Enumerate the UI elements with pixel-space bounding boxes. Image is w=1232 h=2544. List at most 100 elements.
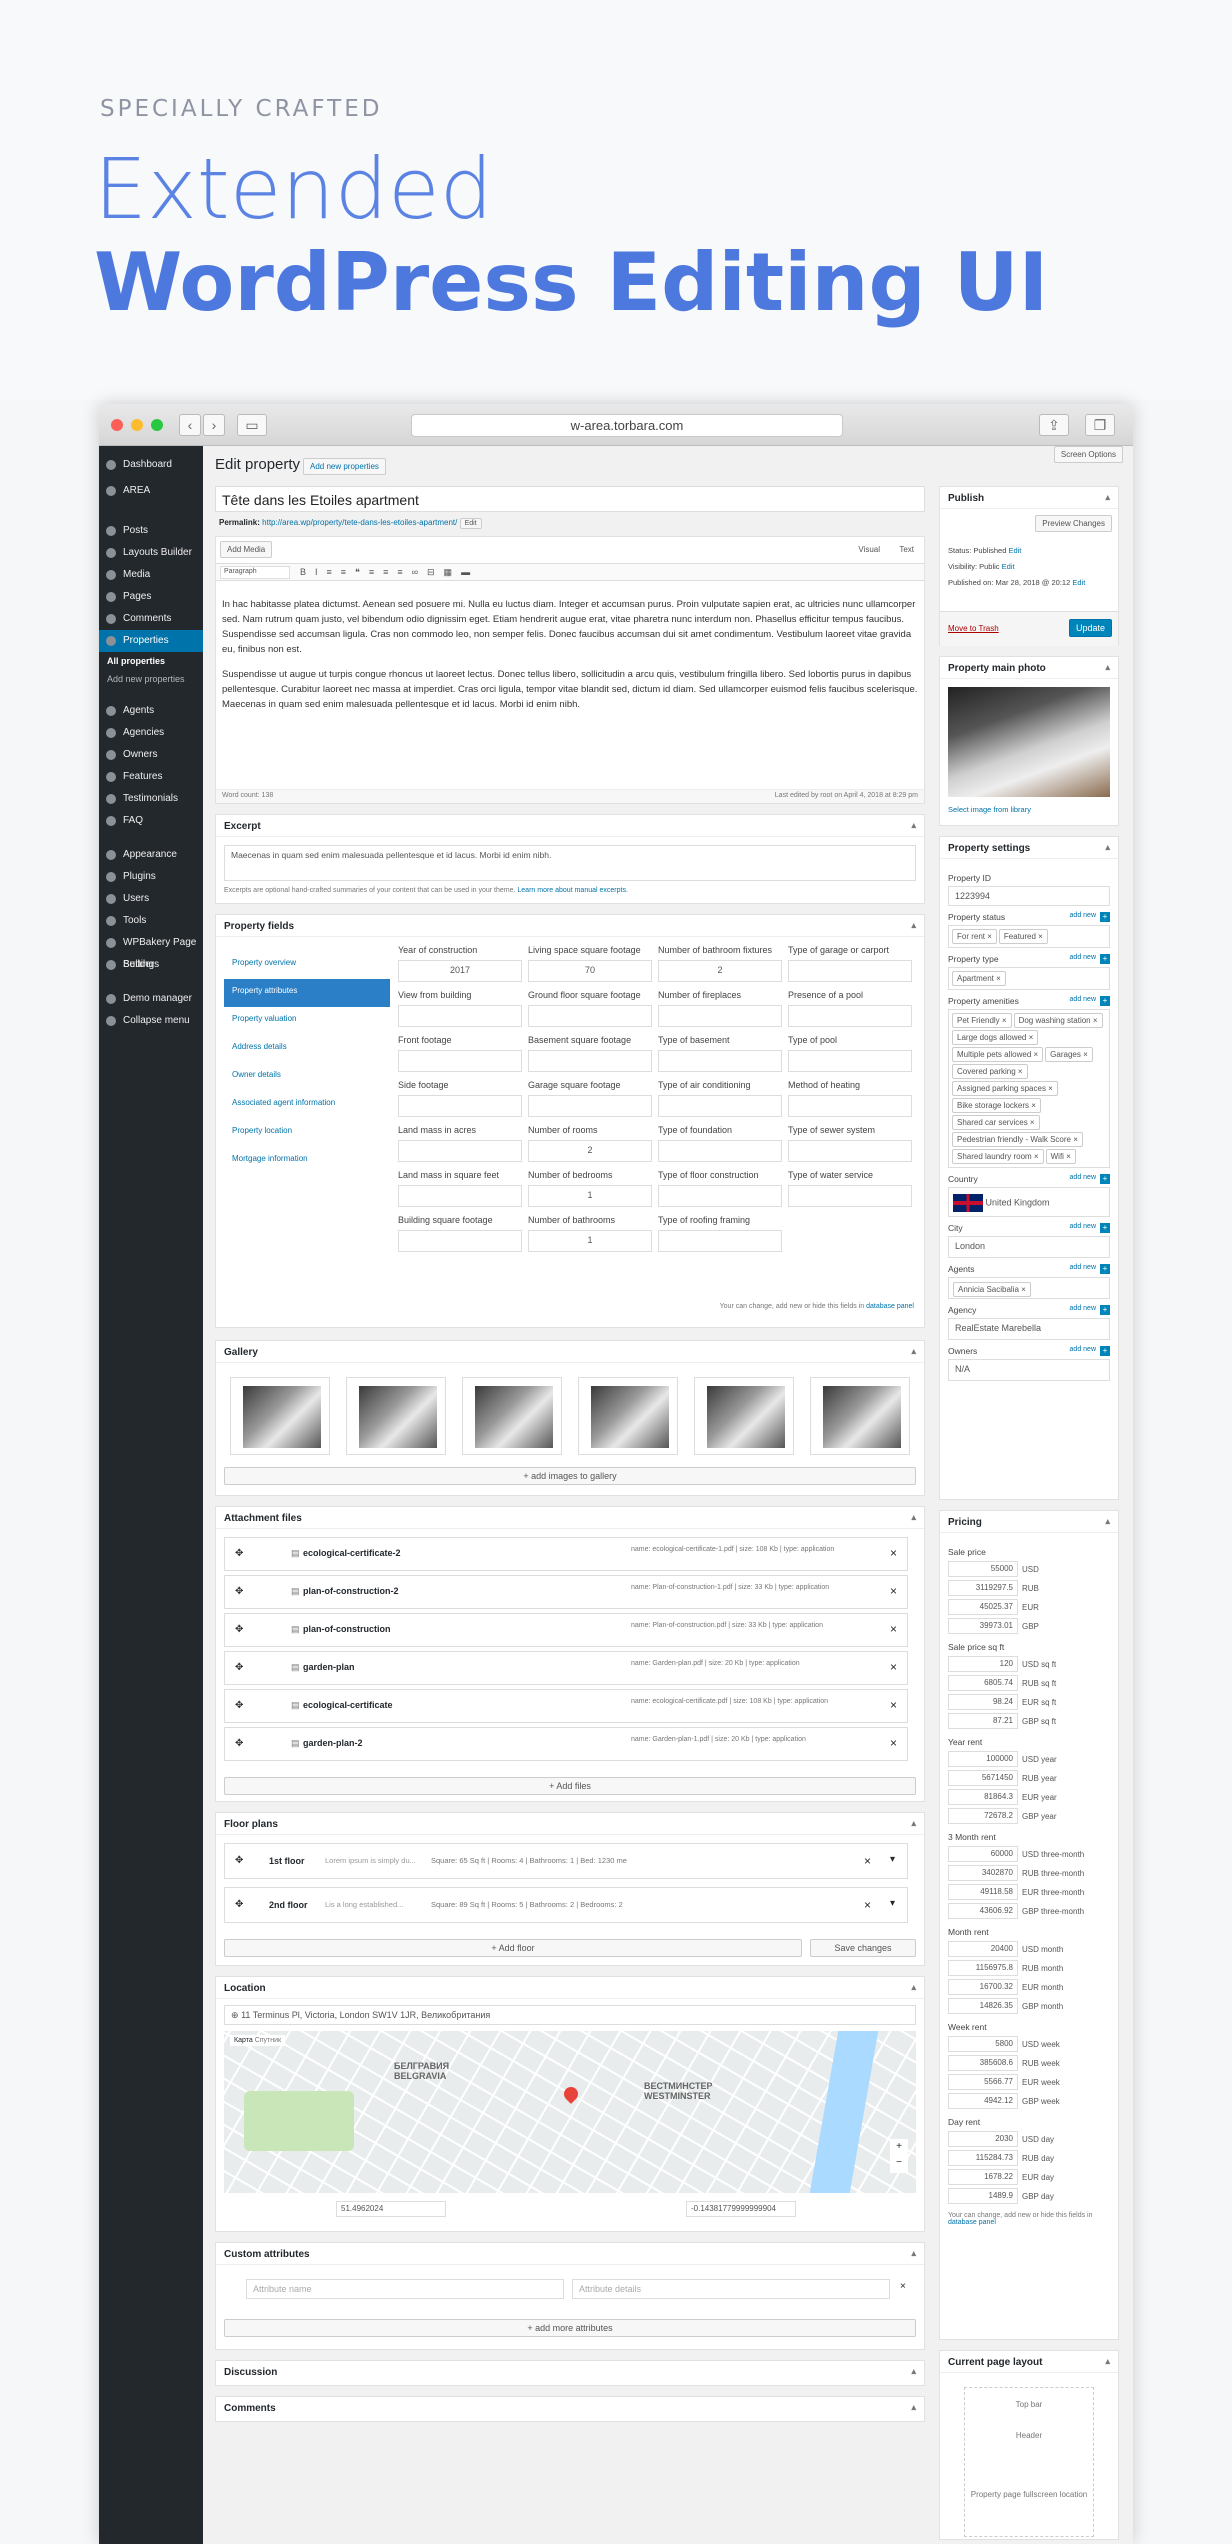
field-input[interactable] — [398, 1185, 522, 1207]
price-input[interactable]: 43606.92 — [948, 1903, 1018, 1919]
drag-handle-icon[interactable]: ✥ — [235, 1899, 243, 1910]
tab-property-attributes[interactable]: Property attributes — [224, 979, 390, 1007]
sidebar-sub-item[interactable]: All properties — [99, 652, 203, 670]
sidebar-item-properties[interactable]: Properties — [99, 630, 203, 652]
field-input[interactable]: 70 — [528, 960, 652, 982]
price-input[interactable]: 6805.74 — [948, 1675, 1018, 1691]
price-input[interactable]: 45025.37 — [948, 1599, 1018, 1615]
editor-content[interactable]: In hac habitasse platea dictumst. Aenean… — [222, 597, 918, 712]
lat-input[interactable]: 51.4962024 — [336, 2201, 446, 2217]
sidebar-item-agents[interactable]: Agents — [99, 700, 203, 722]
field-input[interactable] — [658, 1095, 782, 1117]
amenity-tag[interactable]: Bike storage lockers × — [952, 1098, 1041, 1113]
add-new-link[interactable]: add new — [1070, 1346, 1096, 1353]
attachment-row[interactable]: ✥ ▤ garden-plan-2 name: Garden-plan-1.pdf |… — [224, 1727, 908, 1761]
sidebar-item-settings[interactable]: Settings — [99, 954, 203, 976]
tab-property-location[interactable]: Property location — [224, 1119, 390, 1147]
status-tag[interactable]: Featured × — [998, 929, 1048, 944]
screen-options-button[interactable]: Screen Options — [1053, 446, 1123, 463]
price-input[interactable]: 115284.73 — [948, 2150, 1018, 2166]
drag-handle-icon[interactable]: ✥ — [235, 1548, 243, 1559]
sidebar-item-posts[interactable]: Posts — [99, 520, 203, 542]
add-new-link[interactable]: add new — [1070, 996, 1096, 1003]
status-tag[interactable]: For rent × — [952, 929, 997, 944]
agency-select[interactable]: RealEstate Marebella — [948, 1318, 1110, 1340]
field-input[interactable] — [788, 960, 912, 982]
plus-icon[interactable]: + — [1100, 1223, 1110, 1233]
publish-title[interactable]: Publish — [940, 487, 1118, 509]
permalink-edit-button[interactable]: Edit — [459, 518, 482, 529]
sidebar-item-collapse-menu[interactable]: Collapse menu — [99, 1010, 203, 1032]
field-input[interactable] — [398, 1095, 522, 1117]
update-button[interactable]: Update — [1068, 619, 1112, 637]
url-bar[interactable]: w-area.torbara.com — [411, 414, 843, 437]
status-edit-link[interactable]: Edit — [1008, 546, 1021, 555]
field-input[interactable] — [788, 1185, 912, 1207]
date-edit-link[interactable]: Edit — [1072, 578, 1085, 587]
save-floors-button[interactable]: Save changes — [810, 1939, 916, 1957]
drag-handle-icon[interactable]: ✥ — [235, 1624, 243, 1635]
field-input[interactable]: 2 — [658, 960, 782, 982]
status-select[interactable]: For rent × Featured × — [948, 925, 1110, 948]
field-input[interactable] — [398, 1005, 522, 1027]
layout-top-bar[interactable]: Top bar — [965, 2400, 1093, 2409]
drag-handle-icon[interactable]: ✥ — [235, 1662, 243, 1673]
price-input[interactable]: 16700.32 — [948, 1979, 1018, 1995]
sidebar-item-appearance[interactable]: Appearance — [99, 844, 203, 866]
price-input[interactable]: 5800 — [948, 2036, 1018, 2052]
sidebar-item-media[interactable]: Media — [99, 564, 203, 586]
forward-icon[interactable]: › — [203, 414, 225, 436]
price-input[interactable]: 98.24 — [948, 1694, 1018, 1710]
price-input[interactable]: 4942.12 — [948, 2093, 1018, 2109]
remove-icon[interactable]: × — [890, 1660, 897, 1674]
discussion-title[interactable]: Discussion — [216, 2361, 924, 2383]
field-input[interactable] — [788, 1140, 912, 1162]
tab-owner-details[interactable]: Owner details — [224, 1063, 390, 1091]
sidebar-item-layouts-builder[interactable]: Layouts Builder — [99, 542, 203, 564]
tab-text[interactable]: Text — [899, 545, 914, 554]
sidebar-item-dashboard[interactable]: Dashboard — [99, 454, 203, 476]
sidebar-item-faq[interactable]: FAQ — [99, 810, 203, 832]
map[interactable]: Карта Спутник БЕЛГРАВИЯ BELGRAVIA ВЕСТМИН… — [224, 2031, 916, 2193]
price-input[interactable]: 81864.3 — [948, 1789, 1018, 1805]
chevron-down-icon[interactable]: ▾ — [890, 1898, 895, 1909]
add-new-link[interactable]: add new — [1070, 1305, 1096, 1312]
attachment-row[interactable]: ✥ ▤ ecological-certificate name: ecological… — [224, 1689, 908, 1723]
format-select[interactable]: Paragraph — [220, 566, 290, 579]
field-input[interactable] — [398, 1230, 522, 1252]
add-attributes-button[interactable]: + add more attributes — [224, 2319, 916, 2337]
add-new-link[interactable]: add new — [1070, 1174, 1096, 1181]
field-input[interactable] — [788, 1050, 912, 1072]
sidebar-item-wpbakery-page-builder[interactable]: WPBakery Page Builder — [99, 932, 203, 970]
zoom-controls[interactable]: + − — [890, 2139, 908, 2173]
price-input[interactable]: 87.21 — [948, 1713, 1018, 1729]
amenity-tag[interactable]: Wifi × — [1045, 1149, 1076, 1164]
sidebar-item-area[interactable]: AREA — [99, 480, 203, 502]
attachments-title[interactable]: Attachment files — [216, 1507, 924, 1529]
add-floor-button[interactable]: + Add floor — [224, 1939, 802, 1957]
drag-handle-icon[interactable]: ✥ — [235, 1738, 243, 1749]
permalink-link[interactable]: http://area.wp/property/tete-dans-les-et… — [262, 518, 457, 527]
amenity-tag[interactable]: Dog washing station × — [1013, 1013, 1103, 1028]
add-images-button[interactable]: + add images to gallery — [224, 1467, 916, 1485]
amenity-tag[interactable]: Covered parking × — [952, 1064, 1028, 1079]
maximize-dot[interactable] — [151, 419, 163, 431]
sidebar-item-agencies[interactable]: Agencies — [99, 722, 203, 744]
excerpt-title[interactable]: Excerpt — [216, 815, 924, 837]
sidebar-item-comments[interactable]: Comments — [99, 608, 203, 630]
amenity-tag[interactable]: Shared laundry room × — [952, 1149, 1044, 1164]
field-input[interactable] — [788, 1095, 912, 1117]
layout-header[interactable]: Header — [965, 2431, 1093, 2440]
excerpt-help-link[interactable]: Learn more about manual excerpts. — [517, 887, 628, 894]
price-input[interactable]: 385608.6 — [948, 2055, 1018, 2071]
price-input[interactable]: 60000 — [948, 1846, 1018, 1862]
property-fields-title[interactable]: Property fields — [216, 915, 924, 937]
pricing-title[interactable]: Pricing — [940, 1511, 1118, 1533]
location-title[interactable]: Location — [216, 1977, 924, 1999]
price-input[interactable]: 20400 — [948, 1941, 1018, 1957]
field-input[interactable]: 1 — [528, 1230, 652, 1252]
gallery-thumb[interactable] — [346, 1377, 446, 1455]
share-icon[interactable]: ⇪ — [1039, 414, 1069, 436]
add-new-button[interactable]: Add new properties — [303, 458, 386, 475]
sidebar-item-pages[interactable]: Pages — [99, 586, 203, 608]
